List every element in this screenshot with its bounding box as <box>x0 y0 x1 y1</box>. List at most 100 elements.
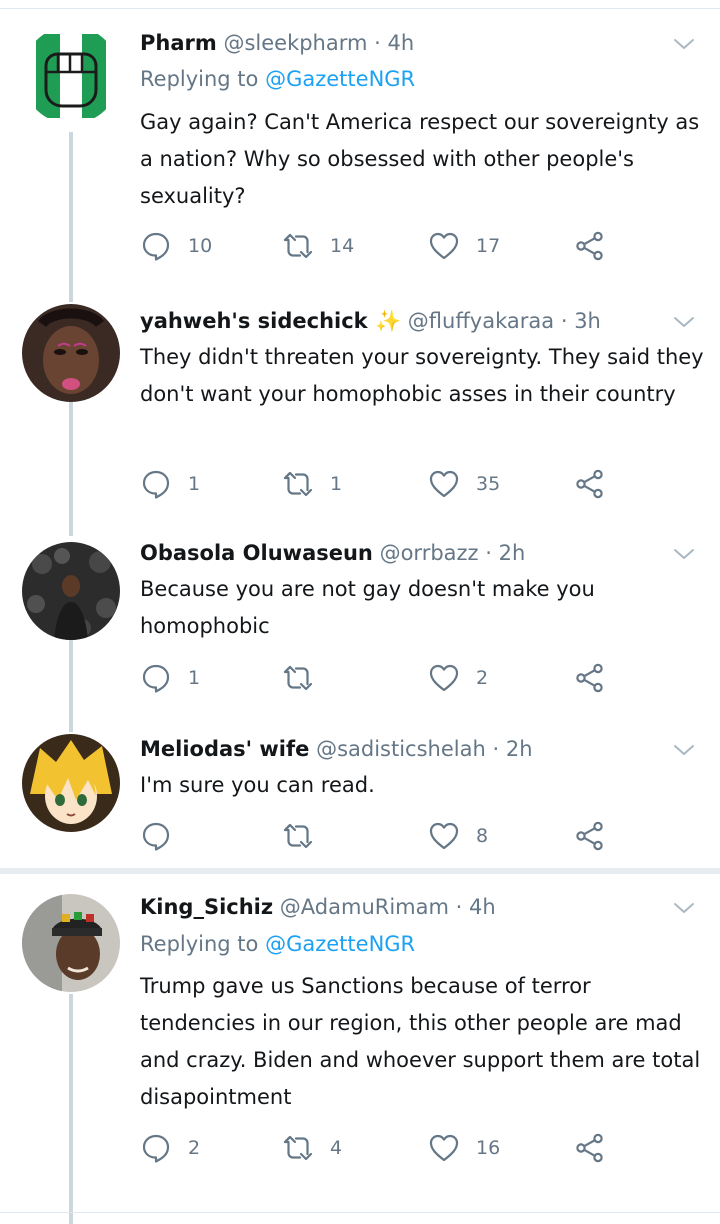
avatar[interactable] <box>22 26 120 124</box>
tweet-header: yahweh's sidechick ✨ @fluffyakaraa · 3h <box>140 304 601 338</box>
reply-icon <box>140 662 172 694</box>
chevron-down-icon[interactable] <box>672 310 696 334</box>
tweet-text: Gay again? Can't America respect our sov… <box>140 110 700 208</box>
replying-to: Replying to @GazetteNGR <box>140 927 415 961</box>
like-count: 2 <box>476 667 489 689</box>
tweet-text: Trump gave us Sanctions because of terro… <box>140 974 701 1109</box>
share-button[interactable] <box>574 1128 606 1168</box>
replying-to: Replying to @GazetteNGR <box>140 62 415 96</box>
retweet-icon <box>282 468 314 500</box>
separator-dot: · <box>455 895 463 919</box>
reply-button[interactable]: 1 <box>140 464 200 504</box>
timestamp[interactable]: 2h <box>499 541 526 565</box>
user-handle[interactable]: @orrbazz <box>380 541 479 565</box>
chevron-down-icon[interactable] <box>672 542 696 566</box>
tweet-header: Meliodas' wife @sadisticshelah · 2h <box>140 732 533 766</box>
separator-dot: · <box>485 541 492 565</box>
reply-count: 2 <box>188 1137 201 1159</box>
tweet-item[interactable]: King_Sichiz @AdamuRimam · 4h Replying to… <box>0 890 720 1224</box>
reply-icon <box>140 230 172 262</box>
tweet-actions: 1 2 <box>140 658 610 698</box>
heart-icon <box>428 662 460 694</box>
avatar[interactable] <box>22 894 120 992</box>
user-handle[interactable]: @sadisticshelah <box>316 737 486 761</box>
top-divider <box>0 8 720 9</box>
reply-icon <box>140 1132 172 1164</box>
heart-icon <box>428 820 460 852</box>
reply-count: 1 <box>188 667 201 689</box>
heart-icon <box>428 468 460 500</box>
reply-button[interactable]: 2 <box>140 1128 200 1168</box>
thread-line <box>69 994 73 1224</box>
user-avatar-icon <box>22 894 120 992</box>
display-name[interactable]: yahweh's sidechick ✨ <box>140 309 401 333</box>
user-avatar-icon <box>22 304 120 402</box>
display-name[interactable]: Obasola Oluwaseun <box>140 541 373 565</box>
tweet-header: King_Sichiz @AdamuRimam · 4h <box>140 890 496 924</box>
display-name[interactable]: Pharm <box>140 31 217 55</box>
like-count: 17 <box>476 235 501 257</box>
thread-line <box>69 402 73 536</box>
tweet-text: Because you are not gay doesn't make you… <box>140 577 595 638</box>
like-button[interactable]: 17 <box>428 226 500 266</box>
bottom-divider <box>0 1212 720 1213</box>
mention-link[interactable]: @GazetteNGR <box>265 932 415 956</box>
timestamp[interactable]: 4h <box>469 895 496 919</box>
timestamp[interactable]: 4h <box>388 31 415 55</box>
thread-line <box>69 640 73 732</box>
retweet-icon <box>282 1132 314 1164</box>
timestamp[interactable]: 3h <box>574 309 601 333</box>
retweet-button[interactable]: 1 <box>282 464 342 504</box>
retweet-button[interactable] <box>282 816 330 856</box>
share-button[interactable] <box>574 816 606 856</box>
tweet-header: Obasola Oluwaseun @orrbazz · 2h <box>140 536 525 570</box>
replying-prefix: Replying to <box>140 67 259 91</box>
retweet-button[interactable]: 4 <box>282 1128 342 1168</box>
reply-button[interactable]: 1 <box>140 658 200 698</box>
reply-count: 1 <box>188 473 201 495</box>
like-button[interactable]: 16 <box>428 1128 500 1168</box>
tweet-item[interactable]: Obasola Oluwaseun @orrbazz · 2h Because … <box>0 536 720 732</box>
avatar[interactable] <box>22 734 120 832</box>
share-button[interactable] <box>574 226 606 266</box>
user-handle[interactable]: @AdamuRimam <box>280 895 449 919</box>
tweet-item[interactable]: Meliodas' wife @sadisticshelah · 2h I'm … <box>0 732 720 862</box>
timestamp[interactable]: 2h <box>506 737 533 761</box>
display-name[interactable]: King_Sichiz <box>140 895 273 919</box>
chevron-down-icon[interactable] <box>672 896 696 920</box>
tweet-item[interactable]: Pharm @sleekpharm · 4h Replying to @Gaze… <box>0 26 720 302</box>
tweet-actions: 8 <box>140 816 610 856</box>
like-button[interactable]: 2 <box>428 658 488 698</box>
share-icon <box>574 662 606 694</box>
heart-icon <box>428 230 460 262</box>
reply-count: 10 <box>188 235 213 257</box>
separator-dot: · <box>560 309 568 333</box>
chevron-down-icon[interactable] <box>672 32 696 56</box>
thread-line <box>69 132 73 302</box>
tweet-actions: 1 1 35 <box>140 464 610 504</box>
share-icon <box>574 468 606 500</box>
tweet-text: They didn't threaten your sovereignty. T… <box>140 345 704 406</box>
like-button[interactable]: 8 <box>428 816 488 856</box>
retweet-button[interactable] <box>282 658 330 698</box>
share-button[interactable] <box>574 464 606 504</box>
like-button[interactable]: 35 <box>428 464 500 504</box>
reply-button[interactable] <box>140 816 188 856</box>
avatar[interactable] <box>22 542 120 640</box>
mention-link[interactable]: @GazetteNGR <box>265 67 415 91</box>
replying-prefix: Replying to <box>140 932 259 956</box>
avatar[interactable] <box>22 304 120 402</box>
display-name[interactable]: Meliodas' wife <box>140 737 309 761</box>
tweet-item[interactable]: yahweh's sidechick ✨ @fluffyakaraa · 3h … <box>0 304 720 536</box>
retweet-button[interactable]: 14 <box>282 226 354 266</box>
user-handle[interactable]: @fluffyakaraa <box>408 309 554 333</box>
user-handle[interactable]: @sleekpharm <box>223 31 367 55</box>
reply-button[interactable]: 10 <box>140 226 212 266</box>
like-count: 8 <box>476 825 489 847</box>
retweet-icon <box>282 820 314 852</box>
share-icon <box>574 1132 606 1164</box>
chevron-down-icon[interactable] <box>672 738 696 762</box>
share-button[interactable] <box>574 658 606 698</box>
tweet-text: I'm sure you can read. <box>140 773 375 797</box>
share-icon <box>574 230 606 262</box>
